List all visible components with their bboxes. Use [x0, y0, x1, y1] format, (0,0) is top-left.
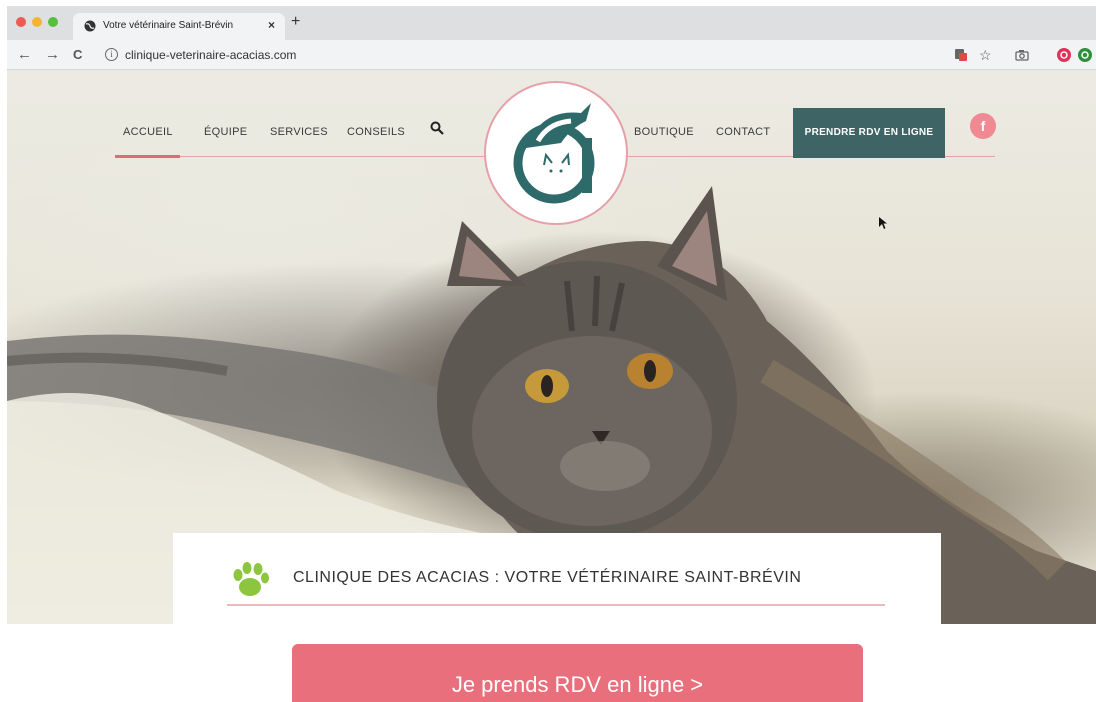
globe-icon: [84, 20, 96, 32]
book-online-cta-button[interactable]: Je prends RDV en ligne >: [292, 644, 863, 702]
tab-title: Votre vétérinaire Saint-Brévin: [103, 20, 234, 31]
maximize-window-button[interactable]: [48, 17, 58, 27]
close-window-button[interactable]: [16, 17, 26, 27]
translate-icon[interactable]: [954, 48, 968, 62]
page-title: CLINIQUE DES ACACIAS : VOTRE VÉTÉRINAIRE…: [293, 569, 802, 586]
browser-window: Votre vétérinaire Saint-Brévin × + ← → C…: [7, 6, 1096, 624]
search-icon[interactable]: [430, 121, 444, 135]
reload-button[interactable]: C: [73, 47, 82, 62]
paw-icon: [233, 562, 269, 596]
page-viewport: ACCUEIL ÉQUIPE SERVICES CONSEILS BOUTIQU…: [7, 71, 1096, 624]
nav-active-indicator: [115, 155, 180, 158]
forward-button[interactable]: →: [45, 46, 60, 63]
nav-item-boutique[interactable]: BOUTIQUE: [634, 126, 694, 138]
url-text[interactable]: clinique-veterinaire-acacias.com: [125, 48, 296, 62]
page-frame: Votre vétérinaire Saint-Brévin × + ← → C…: [0, 0, 1096, 702]
tab-strip: Votre vétérinaire Saint-Brévin × +: [7, 6, 1096, 40]
info-icon[interactable]: i: [105, 48, 118, 61]
title-underline: [227, 604, 885, 606]
extension-icon[interactable]: [1057, 48, 1071, 62]
nav-item-conseils[interactable]: CONSEILS: [347, 126, 405, 138]
back-button[interactable]: ←: [17, 46, 32, 63]
mouse-cursor-icon: [879, 217, 887, 229]
camera-icon[interactable]: [1015, 48, 1029, 62]
nav-item-equipe[interactable]: ÉQUIPE: [204, 126, 247, 138]
tab-close-button[interactable]: ×: [268, 18, 275, 32]
browser-toolbar: ← → C i clinique-veterinaire-acacias.com…: [7, 40, 1096, 70]
minimize-window-button[interactable]: [32, 17, 42, 27]
new-tab-button[interactable]: +: [291, 13, 300, 31]
nav-item-services[interactable]: SERVICES: [270, 126, 328, 138]
extension-icon[interactable]: [1078, 48, 1092, 62]
address-bar[interactable]: i clinique-veterinaire-acacias.com: [97, 44, 1077, 66]
bookmark-star-icon[interactable]: ☆: [979, 47, 992, 64]
facebook-icon[interactable]: f: [970, 113, 996, 139]
clinic-logo[interactable]: [484, 81, 628, 225]
browser-tab[interactable]: Votre vétérinaire Saint-Brévin ×: [73, 13, 285, 40]
hero-title-card: CLINIQUE DES ACACIAS : VOTRE VÉTÉRINAIRE…: [173, 533, 941, 624]
logo-mark-icon: [513, 103, 595, 204]
nav-item-accueil[interactable]: ACCUEIL: [123, 126, 173, 138]
book-appointment-button[interactable]: PRENDRE RDV EN LIGNE: [793, 108, 945, 158]
nav-item-contact[interactable]: CONTACT: [716, 126, 770, 138]
